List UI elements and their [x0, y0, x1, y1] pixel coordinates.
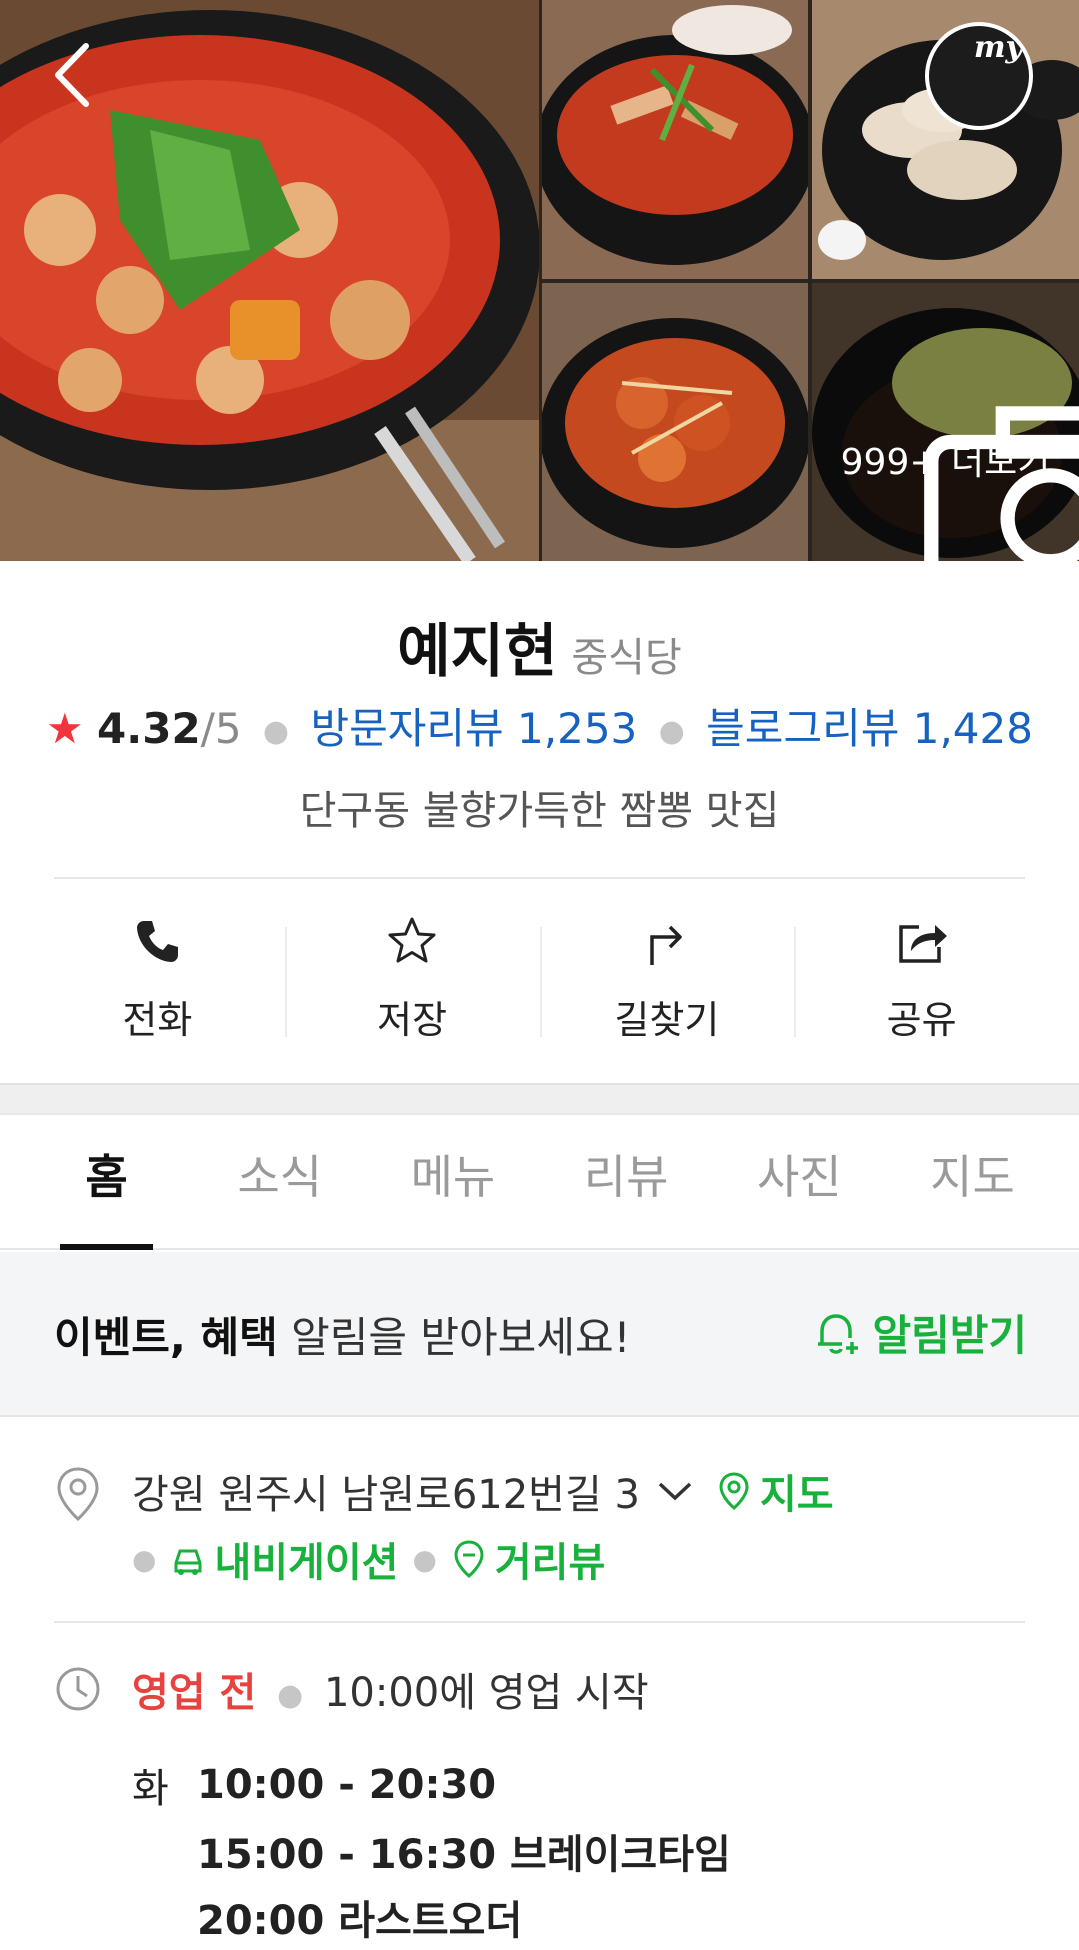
chevron-down-icon[interactable]: [656, 1478, 694, 1504]
directions-button[interactable]: 길찾기: [539, 915, 795, 1045]
tab-bar: 홈 소식 메뉴 리뷰 사진 지도: [0, 1112, 1079, 1250]
photo-spicy-noodle[interactable]: [542, 0, 808, 279]
notification-banner: 이벤트, 혜택 알림을 받아보세요! 알림받기: [0, 1252, 1079, 1417]
share-button[interactable]: 공유: [794, 915, 1049, 1045]
star-icon: ★: [46, 704, 84, 753]
star-outline-icon: [388, 917, 436, 963]
hours-list: 화 10:00 - 20:30 15:00 - 16:30 브레이크타임 20:…: [132, 1752, 731, 1950]
divider: [54, 877, 1025, 879]
status-label: 영업 전: [132, 1670, 257, 1716]
save-button[interactable]: 저장: [284, 915, 540, 1045]
business-status[interactable]: 영업 전 ● 10:00에 영업 시작: [132, 1660, 649, 1718]
hours-last-order: 20:00 라스트오더: [197, 1898, 523, 1944]
tab-map[interactable]: 지도: [886, 1112, 1059, 1248]
rating-row: ★ 4.32/5 ● 방문자리뷰 1,253 ● 블로그리뷰 1,428: [46, 704, 1033, 753]
bell-plus-icon: [818, 1313, 859, 1354]
back-icon[interactable]: [48, 40, 98, 110]
notice-text: 이벤트, 혜택 알림을 받아보세요!: [54, 1313, 631, 1362]
action-bar: 전화 저장 길찾기 공유: [30, 915, 1049, 1045]
my-profile-button[interactable]: my: [925, 22, 1033, 130]
map-link[interactable]: 지도: [716, 1462, 834, 1520]
car-icon: [174, 1549, 202, 1575]
hours-open: 10:00 - 20:30: [197, 1762, 497, 1808]
subscribe-alert-button[interactable]: 알림받기: [812, 1302, 1027, 1363]
divider: [54, 1621, 1025, 1623]
directions-icon: [650, 925, 682, 965]
photo-main-jjamppong[interactable]: [0, 0, 539, 561]
tab-menu[interactable]: 메뉴: [366, 1112, 539, 1248]
tab-photos[interactable]: 사진: [713, 1112, 886, 1248]
more-photos-label: 999+ 더보기: [840, 442, 1051, 483]
navigation-link[interactable]: 내비게이션: [170, 1530, 398, 1588]
place-title: 예지현 중식당: [0, 604, 1079, 688]
status-detail: 10:00에 영업 시작: [323, 1670, 649, 1716]
address-row: 강원 원주시 남원로612번길 3 지도: [132, 1462, 834, 1520]
street-view-pin-icon: [454, 1540, 484, 1578]
place-category: 중식당: [571, 635, 682, 681]
tab-home[interactable]: 홈: [20, 1112, 193, 1250]
street-view-link[interactable]: 거리뷰: [451, 1530, 605, 1588]
section-separator: [0, 1083, 1079, 1115]
hours-day: 화: [132, 1766, 169, 1812]
share-icon: [898, 925, 947, 963]
location-pin-icon: [57, 1467, 99, 1522]
call-button[interactable]: 전화: [30, 915, 285, 1045]
photo-gallery: my 999+ 더보기: [0, 0, 1079, 561]
phone-icon: [137, 921, 179, 962]
rating-max: /5: [200, 704, 242, 753]
clock-icon: [56, 1667, 100, 1711]
hours-break: 15:00 - 16:30 브레이크타임: [197, 1832, 731, 1878]
address-text[interactable]: 강원 원주시 남원로612번길 3: [132, 1462, 640, 1520]
address-links-row: ● 내비게이션 ● 거리뷰: [132, 1530, 605, 1588]
photo-more-jajang[interactable]: 999+ 더보기: [812, 283, 1079, 561]
photo-fried-food[interactable]: my: [812, 0, 1079, 279]
map-pin-icon: [719, 1472, 749, 1510]
visitor-reviews-link[interactable]: 방문자리뷰 1,253: [310, 704, 637, 753]
tab-reviews[interactable]: 리뷰: [540, 1112, 713, 1248]
tab-news[interactable]: 소식: [193, 1112, 366, 1248]
place-description: 단구동 불향가득한 짬뽕 맛집: [299, 788, 780, 834]
photo-spicy-chicken[interactable]: [542, 283, 808, 561]
place-name: 예지현: [397, 617, 558, 685]
blog-reviews-link[interactable]: 블로그리뷰 1,428: [706, 704, 1033, 753]
rating-score: 4.32: [97, 704, 201, 753]
